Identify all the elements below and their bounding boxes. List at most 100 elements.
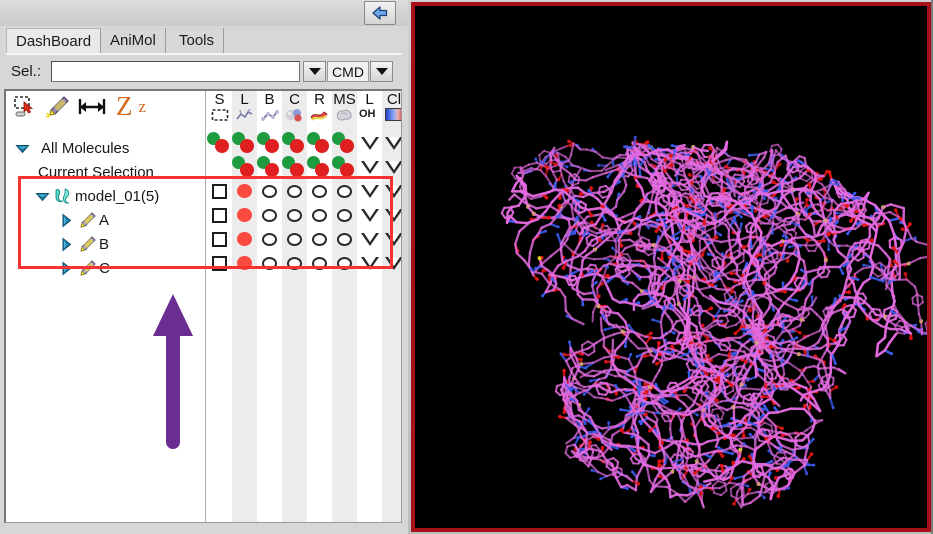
highlighter-pen-icon[interactable] (44, 95, 70, 119)
cell-ms-toggle[interactable] (332, 251, 357, 275)
cell-l-toggle[interactable] (232, 155, 257, 179)
cell-b-toggle[interactable] (257, 203, 282, 227)
molecule-tree-area: Z z All Molecules Current Selection mode… (4, 89, 402, 523)
cell-l-toggle[interactable] (232, 203, 257, 227)
tab-dashboard-label: DashBoard (16, 32, 92, 50)
cell-c-toggle[interactable] (282, 179, 307, 203)
column-header-s: S (214, 91, 225, 108)
filled-dot-icon (237, 256, 252, 270)
tab-animol[interactable]: AniMol (101, 28, 166, 53)
hollow-dot-icon (287, 208, 302, 222)
triangle-down-icon (385, 184, 401, 198)
cell-cl-menu[interactable] (382, 131, 401, 155)
cell-l2-menu[interactable] (357, 251, 382, 275)
column-header-ms: MS (333, 91, 356, 108)
zoom-in-z-label: Z (116, 91, 133, 121)
cell-c-toggle[interactable] (282, 227, 307, 251)
collapse-panel-button[interactable] (364, 1, 396, 25)
hollow-dot-icon (262, 184, 277, 198)
tab-bar: DashBoard AniMol Tools (6, 26, 402, 55)
measure-distance-icon[interactable] (77, 95, 107, 119)
cell-l2-menu[interactable] (357, 155, 382, 179)
cell-l2-menu[interactable] (357, 131, 382, 155)
cell-r-toggle[interactable] (307, 203, 332, 227)
tab-dashboard[interactable]: DashBoard (6, 28, 102, 53)
cell-c-toggle[interactable] (282, 203, 307, 227)
cell-l-toggle[interactable] (232, 227, 257, 251)
cell-s-toggle[interactable] (207, 131, 232, 155)
cell-b-toggle[interactable] (257, 179, 282, 203)
tree-row-label: Current Selection (38, 163, 154, 181)
state-pair-icon (207, 132, 232, 154)
cell-r-toggle[interactable] (307, 131, 332, 155)
cell-b-toggle[interactable] (257, 131, 282, 155)
cell-ms-toggle[interactable] (332, 155, 357, 179)
cell-cl-menu[interactable] (382, 155, 401, 179)
command-mode-label: CMD (332, 63, 364, 80)
tree-row-model-01[interactable]: model_01(5) (6, 184, 234, 208)
cell-b-toggle[interactable] (257, 251, 282, 275)
cell-cl-menu[interactable] (382, 179, 401, 203)
hollow-dot-icon (287, 256, 302, 270)
filled-dot-icon (237, 208, 252, 222)
grid-row-model-01 (207, 179, 401, 203)
cell-l-toggle[interactable] (232, 131, 257, 155)
tree-row-current-selection[interactable]: Current Selection (6, 160, 238, 184)
label-oh-icon: OH (359, 108, 376, 120)
lines-icon (235, 108, 254, 127)
column-header-b: B (264, 91, 275, 108)
cell-c-toggle[interactable] (282, 251, 307, 275)
hollow-dot-icon (287, 232, 302, 246)
expander-collapsed-icon[interactable] (58, 236, 75, 253)
cell-s-checkbox[interactable] (207, 227, 232, 251)
cell-s-checkbox[interactable] (207, 251, 232, 275)
cell-cl-menu[interactable] (382, 227, 401, 251)
cell-s-checkbox[interactable] (207, 203, 232, 227)
cell-b-toggle[interactable] (257, 155, 282, 179)
cell-s-checkbox[interactable] (207, 179, 232, 203)
select-rectangle-icon[interactable] (13, 95, 37, 119)
cell-l2-menu[interactable] (357, 179, 382, 203)
selection-dropdown-button[interactable] (303, 61, 326, 82)
grid-header: S L B C R MS L Cl OH (207, 91, 401, 122)
expander-expanded-icon[interactable] (14, 140, 31, 157)
triangle-down-icon (385, 136, 401, 150)
tab-tools[interactable]: Tools (170, 28, 225, 53)
state-pair-icon (307, 132, 332, 154)
cpk-spheres-icon (285, 108, 304, 127)
cell-ms-toggle[interactable] (332, 227, 357, 251)
tree-row-all-molecules[interactable]: All Molecules (6, 136, 214, 160)
cell-cl-menu[interactable] (382, 251, 401, 275)
cell-ms-toggle[interactable] (332, 203, 357, 227)
selection-input[interactable] (51, 61, 300, 82)
cell-l2-menu[interactable] (357, 203, 382, 227)
zoom-in-z-icon[interactable]: Z (116, 93, 133, 120)
cell-b-toggle[interactable] (257, 227, 282, 251)
cell-r-toggle[interactable] (307, 155, 332, 179)
cell-r-toggle[interactable] (307, 179, 332, 203)
command-mode-box[interactable]: CMD (327, 61, 369, 82)
expander-collapsed-icon[interactable] (58, 260, 75, 277)
expander-expanded-icon[interactable] (34, 188, 51, 205)
cell-l2-menu[interactable] (357, 227, 382, 251)
checkbox-icon (212, 255, 227, 271)
cell-l-toggle[interactable] (232, 251, 257, 275)
cell-r-toggle[interactable] (307, 227, 332, 251)
cell-l-toggle[interactable] (232, 179, 257, 203)
triangle-down-icon (360, 208, 379, 222)
representation-grid: S L B C R MS L Cl OH (207, 91, 401, 522)
column-header-r: R (314, 91, 325, 108)
molecule-3d-viewport[interactable] (411, 2, 931, 532)
cell-c-toggle[interactable] (282, 155, 307, 179)
cell-ms-toggle[interactable] (332, 131, 357, 155)
cell-c-toggle[interactable] (282, 131, 307, 155)
cell-ms-toggle[interactable] (332, 179, 357, 203)
triangle-down-icon (360, 256, 379, 270)
zoom-out-z-icon[interactable]: z (139, 98, 147, 115)
cell-cl-menu[interactable] (382, 203, 401, 227)
cell-r-toggle[interactable] (307, 251, 332, 275)
expander-collapsed-icon[interactable] (58, 212, 75, 229)
hollow-dot-icon (337, 208, 352, 222)
tree-row-label: A (99, 211, 110, 229)
command-mode-dropdown-button[interactable] (370, 61, 393, 82)
